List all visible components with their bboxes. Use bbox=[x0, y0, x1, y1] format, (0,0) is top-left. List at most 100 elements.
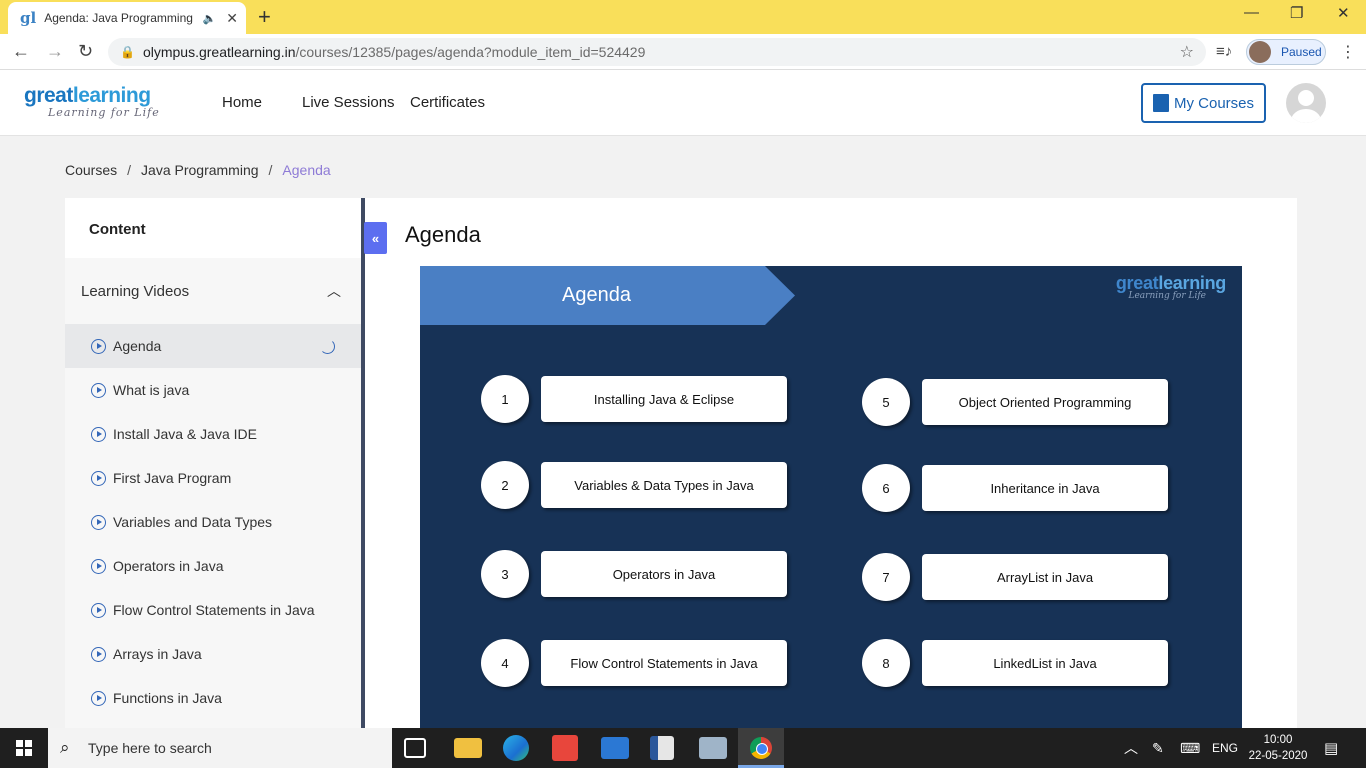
browser-tab[interactable]: gl Agenda: Java Programming 🔈 ✕ bbox=[8, 2, 246, 34]
menu-kebab-icon[interactable]: ⋮ bbox=[1340, 42, 1356, 62]
windows-start-icon[interactable] bbox=[16, 740, 32, 756]
file-explorer-icon[interactable] bbox=[454, 738, 482, 758]
play-circle-icon bbox=[91, 514, 106, 530]
url-bar[interactable]: 🔒 olympus.greatlearning.in/courses/12385… bbox=[108, 38, 1206, 66]
restore-icon[interactable]: ❐ bbox=[1290, 4, 1303, 22]
my-courses-label: My Courses bbox=[1173, 94, 1255, 112]
gift-app-icon[interactable] bbox=[552, 735, 578, 761]
sidebar-item-label: Arrays in Java bbox=[113, 646, 202, 662]
agenda-item: 8 LinkedList in Java bbox=[862, 639, 1168, 687]
agenda-number: 1 bbox=[481, 375, 529, 423]
back-icon[interactable]: ← bbox=[12, 41, 30, 62]
taskbar-search-placeholder: Type here to search bbox=[88, 740, 212, 756]
input-language[interactable]: ENG bbox=[1212, 728, 1238, 768]
word-icon[interactable] bbox=[650, 736, 674, 760]
address-toolbar: ← → ↻ 🔒 olympus.greatlearning.in/courses… bbox=[0, 34, 1366, 70]
agenda-number: 8 bbox=[862, 639, 910, 687]
media-control-icon[interactable]: ≡♪ bbox=[1216, 43, 1232, 60]
lock-icon[interactable]: 🔒 bbox=[120, 45, 135, 59]
site-favicon-icon: gl bbox=[20, 9, 37, 27]
chevron-up-icon[interactable]: ︿ bbox=[327, 281, 341, 301]
tray-chevron-up-icon[interactable]: ︿ bbox=[1124, 728, 1138, 768]
logo-word-great: great bbox=[24, 84, 73, 107]
agenda-item: 3 Operators in Java bbox=[481, 550, 787, 598]
agenda-number: 2 bbox=[481, 461, 529, 509]
agenda-slide: Agenda greatlearning Learning for Life 1… bbox=[420, 266, 1242, 728]
reload-icon[interactable]: ↻ bbox=[78, 41, 93, 62]
logo-word-learning: learning bbox=[72, 84, 151, 107]
agenda-item: 7 ArrayList in Java bbox=[862, 553, 1168, 601]
tab-title: Agenda: Java Programming bbox=[44, 11, 193, 25]
play-circle-icon bbox=[91, 646, 106, 662]
pen-icon[interactable]: ✎ bbox=[1152, 728, 1164, 768]
system-clock[interactable]: 10:00 22-05-2020 bbox=[1248, 732, 1308, 764]
computer-icon[interactable] bbox=[699, 737, 727, 759]
sidebar-item-variables[interactable]: Variables and Data Types bbox=[65, 500, 361, 544]
profile-paused-button[interactable]: Paused bbox=[1246, 39, 1326, 65]
breadcrumb-separator: / bbox=[127, 162, 132, 178]
slide-logo-word-great: great bbox=[1115, 273, 1159, 293]
taskbar-search-input[interactable]: ⌕ Type here to search bbox=[48, 728, 392, 768]
sidebar-item-label: Flow Control Statements in Java bbox=[113, 602, 315, 618]
sidebar-item-operators[interactable]: Operators in Java bbox=[65, 544, 361, 588]
keyboard-icon[interactable]: ⌨ bbox=[1180, 728, 1200, 768]
slide-logo-word-learning: learning bbox=[1158, 273, 1226, 293]
section-learning-videos[interactable]: Learning Videos ︿ bbox=[65, 258, 361, 324]
minimize-icon[interactable]: — bbox=[1244, 4, 1259, 21]
sidebar-item-label: Variables and Data Types bbox=[113, 514, 273, 530]
agenda-item: 5 Object Oriented Programming bbox=[862, 378, 1168, 426]
new-tab-icon[interactable]: + bbox=[258, 4, 271, 30]
collapse-sidebar-button[interactable]: « bbox=[364, 222, 387, 254]
play-circle-icon bbox=[91, 558, 106, 574]
sidebar-item-first-java-program[interactable]: First Java Program bbox=[65, 456, 361, 500]
sidebar-item-what-is-java[interactable]: What is java bbox=[65, 368, 361, 412]
agenda-label: LinkedList in Java bbox=[922, 640, 1168, 686]
breadcrumb-java-programming[interactable]: Java Programming bbox=[141, 162, 259, 178]
play-circle-icon bbox=[91, 426, 106, 442]
forward-icon[interactable]: → bbox=[46, 41, 64, 62]
sidebar-item-install-java[interactable]: Install Java & Java IDE bbox=[65, 412, 361, 456]
greatlearning-logo[interactable]: greatlearning Learning for Life bbox=[24, 84, 160, 119]
sidebar-item-label: What is java bbox=[113, 382, 190, 398]
slide-banner-title: Agenda bbox=[562, 284, 631, 306]
sidebar-item-arrays[interactable]: Arrays in Java bbox=[65, 632, 361, 676]
agenda-label: Object Oriented Programming bbox=[922, 379, 1168, 425]
user-avatar[interactable] bbox=[1286, 83, 1326, 123]
breadcrumb-courses[interactable]: Courses bbox=[65, 162, 117, 178]
profile-status: Paused bbox=[1281, 45, 1322, 59]
windows-taskbar: ⌕ Type here to search ︿ ✎ ⌨ ENG 10:00 22… bbox=[0, 728, 1366, 768]
agenda-number: 5 bbox=[862, 378, 910, 426]
sidebar-item-flow-control[interactable]: Flow Control Statements in Java bbox=[65, 588, 361, 632]
edge-browser-icon[interactable] bbox=[503, 735, 529, 761]
content-sidebar: Content Learning Videos ︿ Agenda What is… bbox=[65, 198, 365, 728]
agenda-label: Flow Control Statements in Java bbox=[541, 640, 787, 686]
agenda-label: Variables & Data Types in Java bbox=[541, 462, 787, 508]
section-title: Learning Videos bbox=[81, 282, 190, 300]
agenda-item: 1 Installing Java & Eclipse bbox=[481, 375, 787, 423]
play-circle-icon bbox=[91, 338, 106, 354]
mail-icon[interactable] bbox=[601, 737, 629, 759]
nav-certificates[interactable]: Certificates bbox=[410, 94, 485, 111]
my-courses-button[interactable]: My Courses bbox=[1141, 83, 1266, 123]
tab-audio-icon[interactable]: 🔈 bbox=[203, 12, 217, 25]
nav-live-sessions[interactable]: Live Sessions bbox=[302, 94, 395, 111]
agenda-label: Operators in Java bbox=[541, 551, 787, 597]
agenda-item: 4 Flow Control Statements in Java bbox=[481, 639, 787, 687]
clock-time: 10:00 bbox=[1263, 734, 1293, 746]
page-title: Agenda bbox=[405, 222, 481, 247]
sidebar-item-agenda[interactable]: Agenda bbox=[65, 324, 361, 368]
sidebar-item-functions[interactable]: Functions in Java bbox=[65, 676, 361, 720]
close-window-icon[interactable]: ✕ bbox=[1337, 4, 1350, 22]
sidebar-item-label: Agenda bbox=[113, 338, 162, 354]
site-header: greatlearning Learning for Life Home Liv… bbox=[0, 70, 1366, 136]
chrome-icon[interactable] bbox=[750, 737, 772, 759]
sidebar-item-label: Functions in Java bbox=[113, 690, 222, 706]
agenda-label: ArrayList in Java bbox=[922, 554, 1168, 600]
task-view-icon[interactable] bbox=[404, 738, 426, 758]
search-icon: ⌕ bbox=[60, 738, 70, 757]
star-icon[interactable]: ☆ bbox=[1180, 42, 1194, 62]
tab-close-icon[interactable]: ✕ bbox=[226, 10, 238, 27]
nav-home[interactable]: Home bbox=[222, 94, 262, 111]
agenda-number: 7 bbox=[862, 553, 910, 601]
notification-icon[interactable]: ▤ bbox=[1324, 728, 1338, 768]
